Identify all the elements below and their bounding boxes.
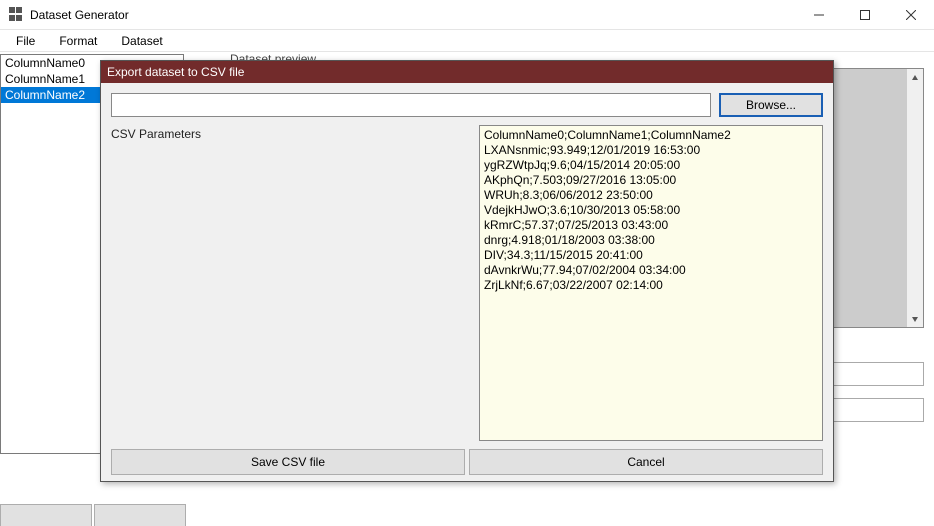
menu-file[interactable]: File: [6, 32, 45, 50]
scrollbar[interactable]: [906, 69, 923, 327]
csv-params-label: CSV Parameters: [111, 125, 471, 441]
titlebar: Dataset Generator: [0, 0, 934, 30]
app-icon: [8, 7, 24, 23]
menu-format[interactable]: Format: [49, 32, 107, 50]
browse-button[interactable]: Browse...: [719, 93, 823, 117]
scroll-down-icon[interactable]: [907, 310, 923, 327]
minimize-button[interactable]: [796, 0, 842, 29]
csv-preview-text[interactable]: ColumnName0;ColumnName1;ColumnName2 LXAN…: [479, 125, 823, 441]
menubar: File Format Dataset: [0, 30, 934, 52]
window-title: Dataset Generator: [30, 8, 796, 22]
close-button[interactable]: [888, 0, 934, 29]
export-dialog: Export dataset to CSV file Browse... CSV…: [100, 60, 834, 482]
add-column-button[interactable]: Add column: [0, 504, 92, 526]
menu-dataset[interactable]: Dataset: [111, 32, 172, 50]
cancel-button[interactable]: Cancel: [469, 449, 823, 475]
maximize-button[interactable]: [842, 0, 888, 29]
remove-column-button[interactable]: Remove column: [94, 504, 186, 526]
scroll-up-icon[interactable]: [907, 69, 923, 86]
dialog-title: Export dataset to CSV file: [101, 61, 833, 83]
file-path-input[interactable]: [111, 93, 711, 117]
save-csv-button[interactable]: Save CSV file: [111, 449, 465, 475]
